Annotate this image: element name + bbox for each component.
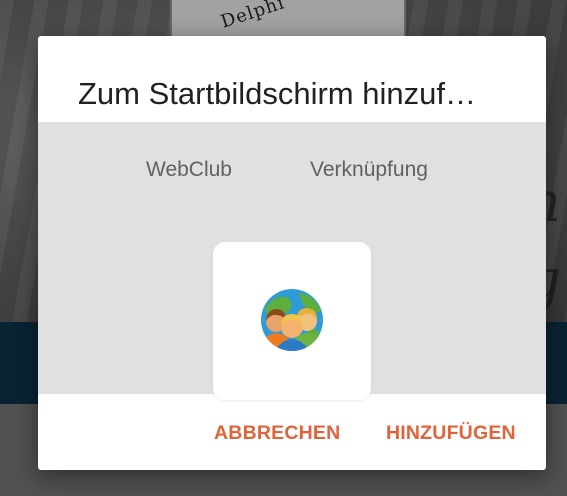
shortcut-preview: WebClub Verknüpfung	[38, 122, 546, 400]
add-to-homescreen-dialog: Zum Startbildschirm hinzuf… WebClub Verk…	[38, 36, 546, 470]
shortcut-name: WebClub	[146, 158, 232, 181]
shortcut-icon-tile[interactable]	[213, 242, 371, 400]
add-button[interactable]: HINZUFÜGEN	[382, 420, 520, 447]
group-people-globe-icon	[261, 289, 323, 351]
cancel-button[interactable]: ABBRECHEN	[210, 420, 344, 447]
dialog-title: Zum Startbildschirm hinzuf…	[78, 76, 476, 111]
dialog-actions: ABBRECHEN HINZUFÜGEN	[38, 394, 546, 470]
shortcut-type-label: Verknüpfung	[310, 158, 428, 181]
